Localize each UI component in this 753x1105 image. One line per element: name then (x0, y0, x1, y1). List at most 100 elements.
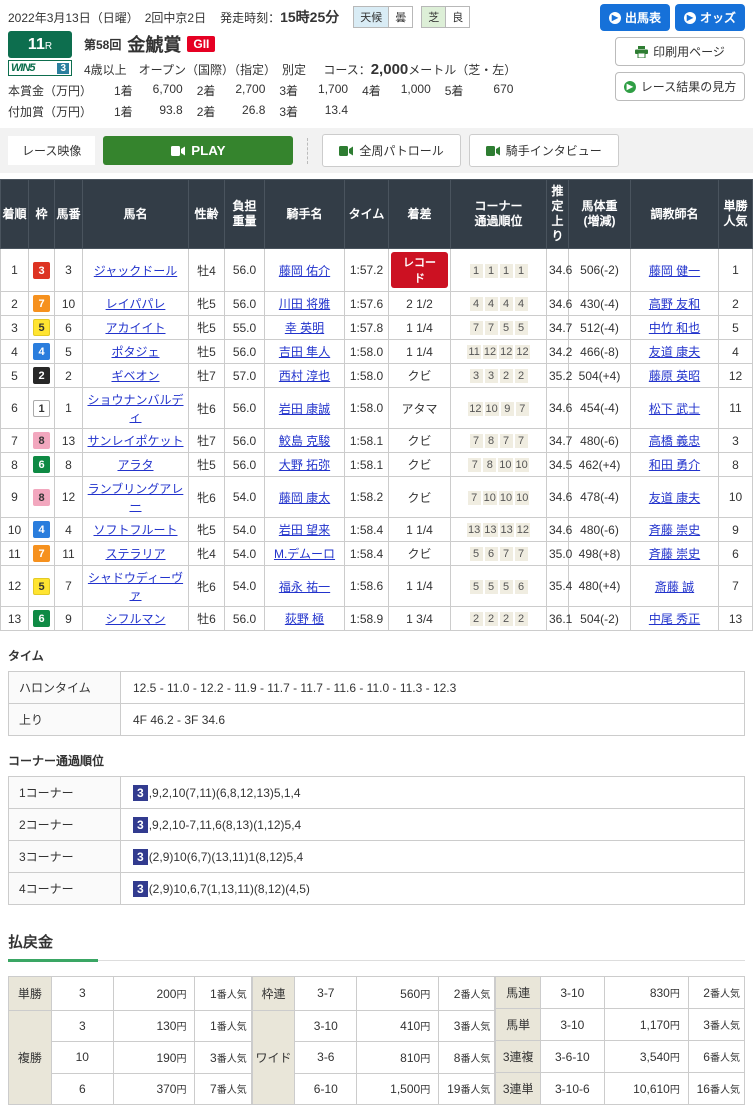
trainer-name-link[interactable]: 松下 武士 (649, 402, 700, 416)
jockey-name-link[interactable]: 川田 将雅 (279, 297, 330, 311)
video-camera-icon (486, 146, 500, 156)
jockey-name-link[interactable]: 鮫島 克駿 (279, 434, 330, 448)
jockey-name-link[interactable]: 大野 拓弥 (279, 458, 330, 472)
results-guide-button[interactable]: ▶ レース結果の見方 (615, 72, 745, 101)
horse-weight: 504(+4) (569, 364, 631, 388)
horse-name-link[interactable]: シフルマン (105, 612, 165, 626)
corner-position-chip: 6 (515, 580, 528, 594)
corner-row: 3コーナー3(2,9)10(6,7)(13,11)1(8,12)5,4 (9, 841, 745, 873)
sex-age: 牡7 (189, 429, 225, 453)
horse-name-link[interactable]: アカイイト (105, 321, 165, 335)
trainer-name-link[interactable]: 中竹 和也 (649, 321, 700, 335)
entries-button-label: 出馬表 (625, 9, 661, 26)
play-button[interactable]: PLAY (103, 136, 293, 165)
jockey-name-link[interactable]: 岩田 望来 (279, 523, 330, 537)
waku-cell: 5 (29, 566, 55, 607)
payout-amount: 200円 (113, 977, 195, 1011)
corner-body: 1コーナー3,9,2,10(7,11)(6,8,12,13)5,1,42コーナー… (9, 777, 745, 905)
trainer-name-link[interactable]: 斉藤 崇史 (649, 523, 700, 537)
popularity-suffix: 番人気 (460, 1085, 490, 1096)
jockey-name-link[interactable]: 岩田 康誠 (279, 402, 330, 416)
odds-button[interactable]: ▶ オッズ (675, 4, 745, 31)
horse-number: 2 (55, 364, 83, 388)
horse-name-link[interactable]: アラタ (117, 458, 153, 472)
trainer-name-link[interactable]: 友道 康夫 (649, 345, 700, 359)
horse-name-link[interactable]: ショウナンバルディ (87, 393, 183, 424)
finish-time: 1:57.6 (345, 292, 389, 316)
finish-time: 1:58.4 (345, 518, 389, 542)
horse-name-link[interactable]: サンレイポケット (87, 434, 183, 448)
win-popularity: 6 (719, 542, 753, 566)
payout-combination: 3-7 (295, 977, 357, 1011)
horse-name-cell: シャドウディーヴァ (83, 566, 189, 607)
horse-name-link[interactable]: ソフトフルート (93, 523, 177, 537)
carried-weight: 54.0 (225, 518, 265, 542)
corner-position-chip: 4 (515, 297, 528, 311)
jockey-interview-button[interactable]: 騎手インタビュー (469, 134, 619, 167)
carried-weight: 55.0 (225, 316, 265, 340)
trainer-name-link[interactable]: 中尾 秀正 (649, 612, 700, 626)
trainer-name-link[interactable]: 高野 友和 (649, 297, 700, 311)
carried-weight: 54.0 (225, 566, 265, 607)
trainer-name-link[interactable]: 和田 勇介 (649, 458, 700, 472)
corner-position-chip: 5 (500, 580, 513, 594)
jockey-name-link[interactable]: 福永 祐一 (279, 580, 330, 594)
margin-cell: クビ (389, 477, 451, 518)
horse-name-link[interactable]: レイパパレ (106, 297, 166, 311)
corner-position-chip: 7 (468, 458, 481, 472)
corner-row-label: 2コーナー (9, 809, 121, 841)
trainer-name-link[interactable]: 高橋 義忠 (649, 434, 700, 448)
horse-name-link[interactable]: ポタジェ (111, 345, 159, 359)
trainer-name-link[interactable]: 斉藤 崇史 (649, 547, 700, 561)
jockey-name-link[interactable]: 荻野 極 (285, 612, 324, 626)
trainer-name-link[interactable]: 斎藤 誠 (655, 580, 694, 594)
last-3f-time: 34.7 (547, 316, 569, 340)
payout-amount: 190円 (113, 1042, 195, 1073)
track-condition-badge: 芝 良 (421, 6, 470, 28)
jockey-name-link[interactable]: 幸 英明 (285, 321, 324, 335)
jockey-name-link[interactable]: 藤岡 康太 (279, 491, 330, 505)
payout-popularity: 6番人気 (688, 1041, 744, 1073)
jockey-name-link[interactable]: 吉田 隼人 (279, 345, 330, 359)
horse-name-cell: ソフトフルート (83, 518, 189, 542)
trainer-name-link[interactable]: 友道 康夫 (649, 491, 700, 505)
sex-age: 牝5 (189, 316, 225, 340)
print-page-button[interactable]: 印刷用ページ (615, 37, 745, 66)
corner-position-chip: 2 (500, 369, 513, 383)
race-title: 金鯱賞 (127, 31, 181, 57)
corner-position-chip: 7 (470, 321, 483, 335)
jockey-name-link[interactable]: 藤岡 佑介 (279, 264, 330, 278)
jockey-name-link[interactable]: 西村 淳也 (279, 369, 330, 383)
trainer-name-link[interactable]: 藤原 英昭 (649, 369, 700, 383)
yen-suffix: 円 (176, 990, 186, 1001)
entries-button[interactable]: ▶ 出馬表 (600, 4, 670, 31)
payout-popularity: 8番人気 (439, 1042, 495, 1073)
leader-number-badge: 3 (133, 785, 148, 801)
corner-positions-cell: 2222 (451, 607, 547, 631)
margin-cell: 1 1/4 (389, 518, 451, 542)
jockey-name-link[interactable]: M.デムーロ (274, 547, 335, 561)
horse-name-link[interactable]: ランブリングアレー (88, 482, 184, 513)
condition-badges: 天候 曇 芝 良 (353, 6, 470, 28)
horse-name-link[interactable]: ジャックドール (94, 264, 177, 278)
horse-weight: 512(-4) (569, 316, 631, 340)
waku-badge: 3 (33, 262, 50, 279)
finish-position: 5 (1, 364, 29, 388)
finish-position: 13 (1, 607, 29, 631)
payout-row: 複勝3130円1番人気 (9, 1010, 252, 1041)
results-column-header: 性齢 (189, 180, 225, 249)
trainer-name-link[interactable]: 藤岡 健一 (649, 264, 700, 278)
bet-type-label: 馬連 (496, 977, 540, 1009)
trainer-cell: 高橋 義忠 (631, 429, 719, 453)
patrol-video-button[interactable]: 全周パトロール (322, 134, 460, 167)
win-popularity: 10 (719, 477, 753, 518)
horse-name-link[interactable]: ステラリア (105, 547, 165, 561)
waku-cell: 6 (29, 453, 55, 477)
horse-name-cell: ランブリングアレー (83, 477, 189, 518)
horse-name-link[interactable]: シャドウディーヴァ (88, 571, 183, 602)
corner-position-chip: 7 (516, 402, 529, 416)
waku-cell: 4 (29, 518, 55, 542)
horse-name-link[interactable]: ギベオン (111, 369, 159, 383)
horse-weight: 498(+8) (569, 542, 631, 566)
margin-cell: クビ (389, 364, 451, 388)
